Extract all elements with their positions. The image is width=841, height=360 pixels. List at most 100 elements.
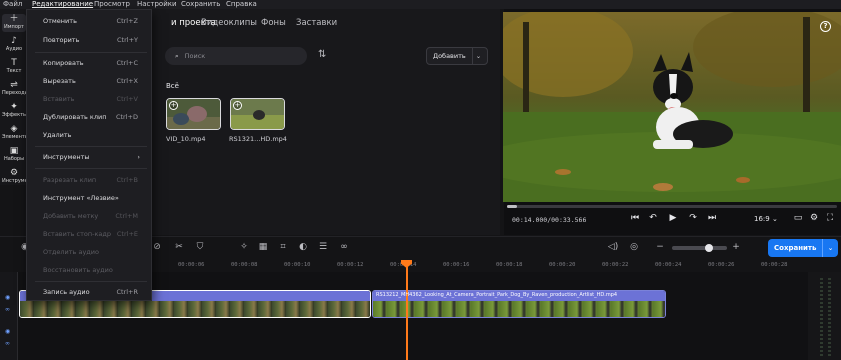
playhead[interactable] (406, 262, 408, 360)
menu-item-undo[interactable]: Отменить Ctrl+Z (43, 17, 148, 25)
menu-edit[interactable]: Редактирование (32, 0, 93, 9)
tab-backgrounds[interactable]: Фоны (261, 18, 286, 28)
help-icon[interactable]: ? (820, 21, 831, 32)
menu-item-cut[interactable]: Вырезать Ctrl+X (43, 77, 148, 85)
rewind-icon[interactable]: ↶ (647, 213, 659, 223)
fullscreen-icon[interactable]: ⛶ (824, 213, 836, 223)
video-preview[interactable] (503, 12, 841, 202)
video-frame-image (503, 12, 841, 202)
playback-progress-bar[interactable] (507, 205, 837, 208)
audio-detach-icon[interactable]: ◁) (607, 242, 619, 252)
menu-view[interactable]: Просмотр (94, 0, 130, 9)
timeline-clip[interactable]: RS13212_MH4362_Looking_At_Camera_Portrai… (372, 290, 666, 318)
menu-item-record-audio[interactable]: Запись аудио Ctrl+R (43, 288, 148, 296)
clip-filmstrip (20, 301, 370, 317)
screenshot-icon[interactable]: ▭ (792, 213, 804, 223)
menu-item-tools[interactable]: Инструменты › (43, 153, 148, 161)
add-to-timeline-icon[interactable]: + (233, 101, 242, 110)
zoom-out-icon[interactable]: − (654, 242, 666, 252)
ruler-tick: 00:00:16 (443, 262, 470, 268)
menu-item-blade-tool[interactable]: Инструмент «Лезвие» (43, 194, 148, 202)
play-icon[interactable]: ▶ (667, 213, 679, 223)
magic-icon[interactable]: ✧ (238, 242, 250, 252)
nav-text[interactable]: T Текст (2, 58, 26, 76)
media-icon[interactable]: ▦ (257, 242, 269, 252)
add-to-timeline-icon[interactable]: + (169, 101, 178, 110)
menu-item-duplicate[interactable]: Дублировать клип Ctrl+D (43, 113, 148, 121)
menu-item-redo[interactable]: Повторить Ctrl+Y (43, 36, 148, 44)
zoom-in-icon[interactable]: + (730, 242, 742, 252)
adjust-icon[interactable]: ☰ (317, 242, 329, 252)
zoom-slider-knob[interactable] (705, 244, 713, 252)
media-clip-thumbnail[interactable]: + (166, 98, 221, 130)
nav-effects[interactable]: ✦ Эффекты (2, 102, 26, 120)
ruler-tick: 00:00:12 (337, 262, 364, 268)
nav-tools[interactable]: ⚙ Инструменты (2, 168, 26, 186)
nav-elements[interactable]: ◈ Элементы (2, 124, 26, 142)
settings-icon[interactable]: ⚙ (808, 213, 820, 223)
aspect-ratio-select[interactable]: 16:9 ⌄ (754, 215, 778, 223)
search-input[interactable]: ⌕ Поиск (165, 47, 307, 65)
nav-import[interactable]: ＋ Импорт (2, 14, 26, 32)
menubar: Файл Редактирование Просмотр Настройки С… (0, 0, 841, 9)
eye-icon[interactable]: ◉ (5, 328, 10, 335)
media-clip-thumbnail[interactable]: + (230, 98, 285, 130)
ruler-tick: 00:00:24 (655, 262, 682, 268)
forward-icon[interactable]: ↷ (687, 213, 699, 223)
clip-name: RS1321...HD.mp4 (229, 135, 287, 143)
save-button[interactable]: Сохранить ⌄ (768, 239, 838, 257)
link-icon[interactable]: ∞ (5, 306, 10, 313)
menu-separator (35, 52, 147, 53)
chevron-down-icon[interactable]: ⌄ (822, 239, 838, 257)
tab-intros[interactable]: Заставки (296, 18, 337, 28)
zoom-slider[interactable] (672, 244, 727, 252)
menu-file[interactable]: Файл (3, 0, 22, 9)
tools-icon: ⚙ (9, 168, 19, 178)
section-label: Всё (166, 82, 179, 90)
menu-item-freeze-frame: Вставить стоп-кадр Ctrl+E (43, 230, 138, 238)
menu-item-detach-audio: Отделить аудио (43, 248, 99, 256)
link-icon[interactable]: ∞ (5, 340, 10, 347)
text-icon: T (11, 58, 17, 68)
menu-item-copy[interactable]: Копировать Ctrl+C (43, 59, 148, 67)
menu-separator (35, 146, 147, 147)
previous-frame-icon[interactable]: ⏮ (629, 213, 641, 223)
menu-item-split-clip: Разрезать клип Ctrl+B (43, 176, 138, 184)
menu-settings[interactable]: Настройки (137, 0, 177, 9)
video-editor-app: Файл Редактирование Просмотр Настройки С… (0, 0, 841, 360)
nav-audio[interactable]: ♪ Аудио (2, 36, 26, 54)
speed-icon[interactable]: ∞ (338, 242, 350, 252)
disable-icon[interactable]: ⊘ (151, 242, 163, 252)
ruler-tick: 00:00:28 (761, 262, 788, 268)
clip-filmstrip (373, 301, 665, 317)
menu-separator (35, 168, 147, 169)
ruler-tick: 00:00:22 (602, 262, 629, 268)
meter-bar (820, 278, 823, 358)
scissors-icon[interactable]: ✂ (173, 242, 185, 252)
add-button[interactable]: Добавить ⌄ (426, 47, 488, 65)
menu-help[interactable]: Справка (226, 0, 257, 9)
menu-item-delete[interactable]: Удалить (43, 131, 148, 139)
shield-icon[interactable]: ⛉ (194, 242, 206, 252)
next-frame-icon[interactable]: ⏭ (706, 213, 718, 223)
tab-video-clips[interactable]: Видеоклипы (201, 18, 257, 28)
search-icon: ⌕ (175, 52, 179, 60)
menu-item-paste: Вставить Ctrl+V (43, 95, 138, 103)
color-icon[interactable]: ◐ (297, 242, 309, 252)
timeline-clip-title: RS13212_MH4362_Looking_At_Camera_Portrai… (376, 292, 618, 298)
chevron-down-icon[interactable]: ⌄ (472, 48, 484, 64)
ruler-tick: 00:00:10 (284, 262, 311, 268)
menu-save[interactable]: Сохранить (181, 0, 220, 9)
crop-icon[interactable]: ⌗ (277, 242, 289, 252)
nav-kits[interactable]: ▣ Наборы (2, 146, 26, 164)
meter-bar (828, 278, 831, 358)
menu-item-restore-audio: Восстановить аудио (43, 266, 113, 274)
nav-transitions[interactable]: ⇌ Переходы (2, 80, 26, 98)
record-icon[interactable]: ◎ (628, 242, 640, 252)
ruler-tick: 00:00:18 (496, 262, 523, 268)
timecode: 00:14.000/00:33.566 (512, 216, 587, 224)
menu-separator (35, 281, 147, 282)
eye-icon[interactable]: ◉ (5, 294, 10, 301)
sort-icon[interactable]: ⇅ (318, 49, 326, 60)
effects-icon: ✦ (10, 102, 18, 112)
